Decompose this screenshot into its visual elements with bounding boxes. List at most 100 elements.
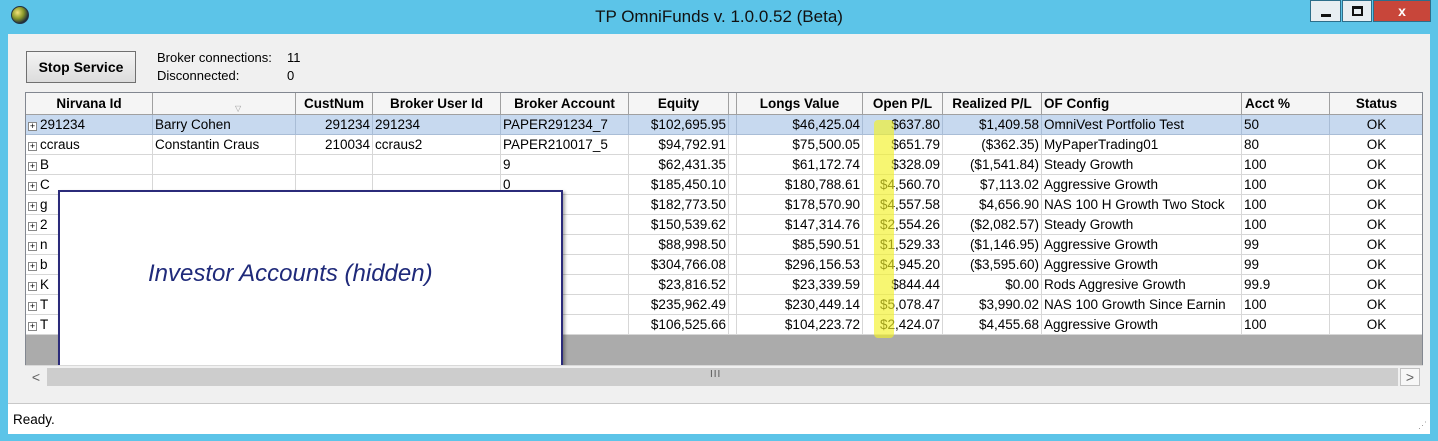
col-custnum[interactable]: CustNum xyxy=(296,93,373,114)
cell-status-text: OK xyxy=(1366,137,1387,152)
cell-hidden xyxy=(729,175,737,195)
cell-status-text: OK xyxy=(1366,197,1387,212)
cell-acct-pct: 100 xyxy=(1242,215,1330,235)
expand-row-icon[interactable]: + xyxy=(28,162,37,171)
cell-status-text: OK xyxy=(1366,157,1387,172)
cell-acct-pct-text: 100 xyxy=(1244,197,1267,212)
cell-of-config-text: OmniVest Portfolio Test xyxy=(1044,117,1185,132)
cell-longs-value: $104,223.72 xyxy=(737,315,863,335)
expand-row-icon[interactable]: + xyxy=(28,302,37,311)
cell-equity: $88,998.50 xyxy=(629,235,729,255)
cell-acct-pct-text: 50 xyxy=(1244,117,1260,132)
cell-broker-account: PAPER291234_7 xyxy=(501,115,629,135)
cell-hidden xyxy=(729,295,737,315)
minimize-button[interactable] xyxy=(1310,0,1341,22)
expand-row-icon[interactable]: + xyxy=(28,282,37,291)
minimize-icon xyxy=(1320,13,1331,17)
cell-hidden xyxy=(729,235,737,255)
cell-acct-pct: 100 xyxy=(1242,295,1330,315)
cell-acct-pct: 100 xyxy=(1242,195,1330,215)
cell-nirvana-id-text: n xyxy=(40,237,48,252)
cell-status: OK xyxy=(1330,135,1422,155)
cell-status: OK xyxy=(1330,215,1422,235)
cell-broker-user-id-text: ccraus2 xyxy=(375,137,423,152)
cell-realized-pl-text: ($3,595.60) xyxy=(969,257,1039,272)
cell-broker-account-text: PAPER291234_7 xyxy=(503,117,608,132)
scroll-right-arrow-icon[interactable]: > xyxy=(1400,368,1420,386)
open-pl-highlight xyxy=(874,120,894,338)
col-equity[interactable]: Equity xyxy=(629,93,729,114)
maximize-icon xyxy=(1351,6,1363,16)
cell-nirvana-id-text: C xyxy=(40,177,50,192)
cell-acct-pct: 100 xyxy=(1242,315,1330,335)
expand-row-icon[interactable]: + xyxy=(28,222,37,231)
grid-header: Nirvana Id ▽ CustNum Broker User Id Brok… xyxy=(26,93,1422,115)
cell-longs-value: $178,570.90 xyxy=(737,195,863,215)
col-hidden[interactable] xyxy=(729,93,737,114)
cell-acct-pct: 100 xyxy=(1242,175,1330,195)
cell-realized-pl: ($2,082.57) xyxy=(943,215,1042,235)
main-client-area: Stop Service Broker connections: 11 Disc… xyxy=(8,34,1430,434)
cell-of-config: Steady Growth xyxy=(1042,215,1242,235)
cell-hidden xyxy=(729,315,737,335)
col-of-config[interactable]: OF Config xyxy=(1042,93,1242,114)
maximize-button[interactable] xyxy=(1342,0,1372,22)
cell-acct-pct: 80 xyxy=(1242,135,1330,155)
cell-of-config: Aggressive Growth xyxy=(1042,235,1242,255)
expand-row-icon[interactable]: + xyxy=(28,322,37,331)
cell-status: OK xyxy=(1330,315,1422,335)
cell-longs-value: $180,788.61 xyxy=(737,175,863,195)
cell-longs-value-text: $178,570.90 xyxy=(784,197,860,212)
cell-realized-pl: $4,656.90 xyxy=(943,195,1042,215)
cell-of-config-text: Steady Growth xyxy=(1044,157,1134,172)
cell-hidden xyxy=(729,135,737,155)
cell-equity: $235,962.49 xyxy=(629,295,729,315)
cell-longs-value-text: $46,425.04 xyxy=(792,117,860,132)
col-longs-value[interactable]: Longs Value xyxy=(737,93,863,114)
cell-status: OK xyxy=(1330,235,1422,255)
cell-longs-value-text: $75,500.05 xyxy=(792,137,860,152)
table-row[interactable]: + B 9 $62,431.35 $61,172.74 $328.09 ($1,541.84… xyxy=(26,155,1422,175)
col-name[interactable]: ▽ xyxy=(153,93,296,114)
cell-longs-value: $23,339.59 xyxy=(737,275,863,295)
scroll-left-arrow-icon[interactable]: < xyxy=(27,368,45,386)
col-broker-account[interactable]: Broker Account xyxy=(501,93,629,114)
cell-equity-text: $185,450.10 xyxy=(650,177,726,192)
table-row[interactable]: + ccraus Constantin Craus 210034 ccraus2 PAPE… xyxy=(26,135,1422,155)
col-nirvana-id[interactable]: Nirvana Id xyxy=(26,93,153,114)
cell-realized-pl: ($1,146.95) xyxy=(943,235,1042,255)
expand-row-icon[interactable]: + xyxy=(28,122,37,131)
cell-longs-value-text: $23,339.59 xyxy=(792,277,860,292)
horizontal-scrollbar[interactable]: < III > xyxy=(25,365,1423,388)
cell-acct-pct-text: 99 xyxy=(1244,257,1260,272)
expand-row-icon[interactable]: + xyxy=(28,142,37,151)
expand-row-icon[interactable]: + xyxy=(28,202,37,211)
cell-status: OK xyxy=(1330,195,1422,215)
expand-row-icon[interactable]: + xyxy=(28,242,37,251)
cell-equity-text: $235,962.49 xyxy=(650,297,726,312)
cell-longs-value: $230,449.14 xyxy=(737,295,863,315)
col-acct-pct[interactable]: Acct % xyxy=(1242,93,1330,114)
cell-longs-value-text: $180,788.61 xyxy=(784,177,860,192)
cell-broker-user-id: 291234 xyxy=(373,115,501,135)
cell-name-text: Constantin Craus xyxy=(155,137,260,152)
resize-grip-icon[interactable]: ⋰ xyxy=(1418,420,1427,431)
cell-status-text: OK xyxy=(1366,257,1387,272)
close-button[interactable]: x xyxy=(1373,0,1431,22)
sort-icon: ▽ xyxy=(235,104,242,113)
col-status[interactable]: Status xyxy=(1330,93,1422,114)
cell-realized-pl: $7,113.02 xyxy=(943,175,1042,195)
cell-longs-value: $46,425.04 xyxy=(737,115,863,135)
col-realized-pl[interactable]: Realized P/L xyxy=(943,93,1042,114)
expand-row-icon[interactable]: + xyxy=(28,182,37,191)
col-broker-user-id[interactable]: Broker User Id xyxy=(373,93,501,114)
hidden-accounts-overlay: Investor Accounts (hidden) xyxy=(58,190,563,368)
broker-connections-value: 11 xyxy=(287,50,301,65)
table-row[interactable]: +291234 Barry Cohen 291234 291234 PAPER29123… xyxy=(26,115,1422,135)
expand-row-icon[interactable]: + xyxy=(28,262,37,271)
col-open-pl[interactable]: Open P/L xyxy=(863,93,943,114)
scroll-thumb[interactable]: III xyxy=(47,368,1398,386)
stop-service-button[interactable]: Stop Service xyxy=(26,51,136,83)
cell-status: OK xyxy=(1330,275,1422,295)
cell-of-config: MyPaperTrading01 xyxy=(1042,135,1242,155)
